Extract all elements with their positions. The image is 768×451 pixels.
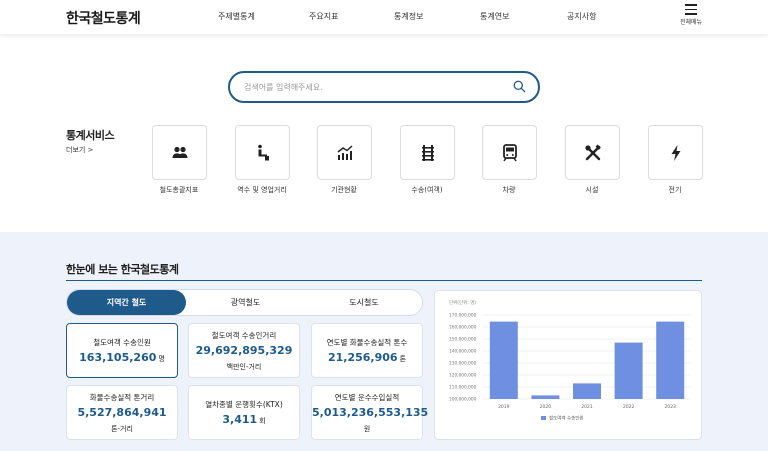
stat-unit: 톤 <box>399 355 407 363</box>
stat-card-ktx-runs[interactable]: 열차종별 운행횟수(KTX) 3,411 회 <box>188 385 300 440</box>
stat-card-label: 열차종별 운행횟수(KTX) <box>205 400 283 409</box>
stat-card-freight-ton-km[interactable]: 화물수송실적 톤거리 5,527,864,941 톤-거리 <box>66 385 178 440</box>
service-tile-organizations[interactable] <box>317 125 372 180</box>
service-tile-electric[interactable] <box>648 125 703 180</box>
service-label-electric[interactable]: 전기 <box>630 185 720 195</box>
nav-item-key-indicators[interactable]: 주요지표 <box>309 11 338 22</box>
stat-card-label: 철도여객 수송인거리 <box>211 331 277 340</box>
service-label-facilities[interactable]: 시설 <box>547 185 637 195</box>
chart-bar-2022 <box>614 342 643 399</box>
service-tile-general[interactable] <box>152 125 207 180</box>
overview-divider <box>66 280 702 281</box>
full-menu-button[interactable]: 전체메뉴 <box>676 4 706 26</box>
tab-urban-rail[interactable]: 도시철도 <box>305 290 423 315</box>
stat-value-text: 3,411 <box>222 413 258 426</box>
seat-icon <box>258 144 269 161</box>
chart-unit-label: 단위(단위: 명) <box>449 299 476 306</box>
y-tick-label: 110,000,000 <box>449 385 477 391</box>
stat-value-text: 21,256,906 <box>327 351 398 364</box>
stat-card-value: 3,411 회 <box>189 413 299 426</box>
rail-track-icon <box>422 145 434 161</box>
stat-card-value: 21,256,906 톤 <box>312 351 422 364</box>
stat-value-text: 163,105,260 <box>79 351 157 364</box>
service-tile-stations[interactable] <box>235 125 290 180</box>
y-tick-label: 170,000,000 <box>449 313 477 319</box>
services-title: 통계서비스 <box>66 129 115 142</box>
people-icon <box>172 146 188 158</box>
service-tile-vehicles[interactable] <box>482 125 537 180</box>
stat-card-passengers[interactable]: 철도여객 수송인원 163,105,260 명 <box>66 323 178 378</box>
x-tick-label: 2019 <box>498 404 510 410</box>
service-label-vehicles[interactable]: 차량 <box>464 185 554 195</box>
stat-card-passenger-km[interactable]: 철도여객 수송인거리 29,692,895,329 백만인-거리 <box>188 323 300 378</box>
nav-item-notice[interactable]: 공지사항 <box>567 11 596 22</box>
x-tick-label: 2021 <box>581 404 593 410</box>
stat-card-value: 163,105,260 명 <box>67 351 177 364</box>
nav-item-topic-stats[interactable]: 주제별통계 <box>218 11 255 22</box>
lightning-icon <box>671 145 681 161</box>
stat-card-revenue[interactable]: 연도별 운수수입실적 5,013,236,553,135 원 <box>311 385 429 440</box>
chart-bar-2020 <box>531 395 560 399</box>
y-tick-label: 150,000,000 <box>449 337 477 343</box>
trend-chart-icon <box>337 145 353 160</box>
service-label-organizations[interactable]: 기관현황 <box>299 185 389 195</box>
stat-unit: 백만인-거리 <box>226 363 262 371</box>
top-header: 한국철도통계 주제별통계 주요지표 통계정보 통계연보 공지사항 전체메뉴 <box>0 0 768 34</box>
nav-item-stats-info[interactable]: 통계정보 <box>394 11 423 22</box>
stat-value-text: 29,692,895,329 <box>195 344 293 357</box>
services-more-link[interactable]: 더보기 > <box>66 145 93 155</box>
stat-value-text: 5,527,864,941 <box>77 406 167 419</box>
search-icon[interactable] <box>513 80 526 93</box>
x-tick-label: 2020 <box>540 404 552 410</box>
site-logo[interactable]: 한국철도통계 <box>66 8 141 28</box>
overview-title: 한눈에 보는 한국철도통계 <box>66 263 179 276</box>
chart-bar-2023 <box>656 321 685 399</box>
tab-metropolitan-rail[interactable]: 광역철도 <box>186 290 305 315</box>
passenger-bar-chart: 단위(단위: 명) 100,000,000 110,000,000 120,000,0… <box>449 299 691 422</box>
search-input[interactable] <box>244 80 504 94</box>
stat-unit: 톤-거리 <box>111 425 133 433</box>
hamburger-icon <box>685 4 697 15</box>
railway-type-tabs: 지역간 철도 광역철도 도시철도 <box>66 289 423 316</box>
tools-icon <box>585 144 601 161</box>
service-label-stations[interactable]: 역수 및 영업거리 <box>217 185 307 195</box>
stat-unit: 명 <box>158 355 165 363</box>
legend-label: 철도여객 수송인원 <box>549 415 584 422</box>
stat-unit: 회 <box>259 417 266 425</box>
y-tick-label: 120,000,000 <box>449 373 477 379</box>
full-menu-label: 전체메뉴 <box>679 19 703 26</box>
nav-item-yearbook[interactable]: 통계연보 <box>480 11 509 22</box>
search-bar <box>228 71 540 103</box>
stat-value-text: 5,013,236,553,135 <box>312 406 429 419</box>
chart-bar-2019 <box>489 321 518 399</box>
stat-card-label: 철도여객 수송인원 <box>93 338 151 347</box>
service-tile-facilities[interactable] <box>565 125 620 180</box>
legend-swatch <box>541 416 546 420</box>
service-label-general[interactable]: 철도총괄지표 <box>134 185 224 195</box>
service-tile-transport[interactable] <box>400 125 455 180</box>
chart-bar-2021 <box>573 383 601 399</box>
stat-card-label: 화물수송실적 톤거리 <box>89 393 155 402</box>
service-label-transport[interactable]: 수송(여객) <box>382 185 472 195</box>
x-tick-label: 2023 <box>664 404 676 410</box>
train-icon <box>503 144 517 162</box>
y-tick-label: 100,000,000 <box>449 397 477 403</box>
x-tick-label: 2022 <box>623 404 635 410</box>
stat-card-freight-tons[interactable]: 연도별 화물수송실적 톤수 21,256,906 톤 <box>311 323 423 378</box>
y-tick-label: 160,000,000 <box>449 325 477 331</box>
y-tick-label: 140,000,000 <box>449 349 477 355</box>
stat-card-label: 연도별 운수수입실적 <box>334 393 400 402</box>
stat-card-label: 연도별 화물수송실적 톤수 <box>326 338 408 347</box>
y-tick-label: 130,000,000 <box>449 361 477 367</box>
passenger-chart-panel: 단위(단위: 명) 100,000,000 110,000,000 120,000,0… <box>434 290 702 440</box>
stat-unit: 원 <box>363 425 371 433</box>
overview-section: 한눈에 보는 한국철도통계 지역간 철도 광역철도 도시철도 철도여객 수송인원… <box>0 232 768 451</box>
tab-intercity-rail[interactable]: 지역간 철도 <box>67 290 186 315</box>
